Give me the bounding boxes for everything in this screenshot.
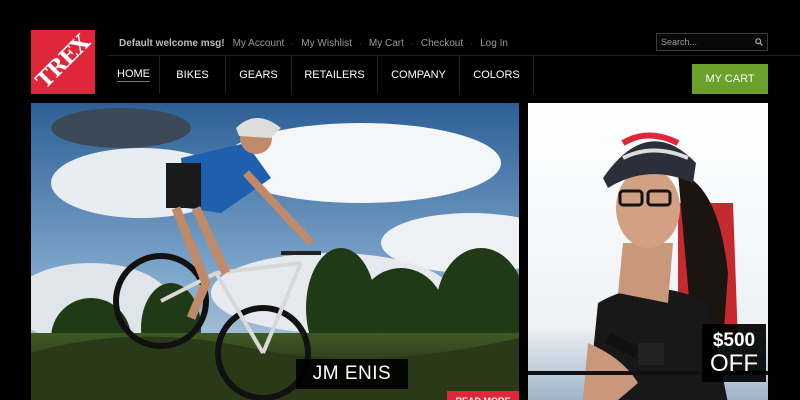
my-wishlist-link[interactable]: My Wishlist (301, 38, 352, 49)
separator: · (291, 38, 295, 48)
checkout-link[interactable]: Checkout (421, 38, 463, 49)
nav-item-company[interactable]: COMPANY (378, 56, 460, 94)
nav-label: GEARS (239, 69, 278, 81)
my-account-link[interactable]: My Account (233, 38, 285, 49)
separator: · (410, 38, 414, 48)
nav-item-bikes[interactable]: BIKES (160, 56, 226, 94)
nav-item-home[interactable]: HOME (108, 56, 160, 94)
nav-item-retailers[interactable]: RETAILERS (292, 56, 378, 94)
nav-label: COMPANY (391, 69, 446, 81)
logo-text: TREX (31, 30, 95, 94)
search-input[interactable] (657, 34, 751, 50)
nav-item-colors[interactable]: COLORS (460, 56, 534, 94)
welcome-message: Default welcome msg! (119, 37, 225, 49)
offer-amount: $500 (712, 329, 756, 351)
nav-label: HOME (117, 68, 150, 82)
hero-banner[interactable] (31, 103, 519, 400)
top-links-bar: Default welcome msg! My Account · My Wis… (119, 36, 508, 50)
nav-label: COLORS (473, 69, 520, 81)
offer-badge: $500 OFF (702, 324, 766, 382)
log-in-link[interactable]: Log In (480, 38, 508, 49)
nav-label: RETAILERS (304, 69, 365, 81)
offer-text: OFF (710, 349, 758, 377)
nav-item-gears[interactable]: GEARS (226, 56, 292, 94)
main-nav: HOME BIKES GEARS RETAILERS COMPANY COLOR… (108, 56, 534, 94)
search-icon[interactable] (751, 34, 767, 50)
hero-image (31, 103, 519, 400)
nav-label: BIKES (176, 69, 209, 81)
separator: · (470, 38, 474, 48)
separator: · (358, 38, 362, 48)
search-box (656, 33, 768, 51)
brand-logo[interactable]: TREX (31, 30, 95, 94)
read-more-button[interactable]: READ MORE (447, 391, 519, 400)
my-cart-link[interactable]: My Cart (369, 38, 404, 49)
my-cart-button[interactable]: MY CART (692, 64, 768, 94)
hero-caption: JM ENIS (296, 359, 408, 389)
